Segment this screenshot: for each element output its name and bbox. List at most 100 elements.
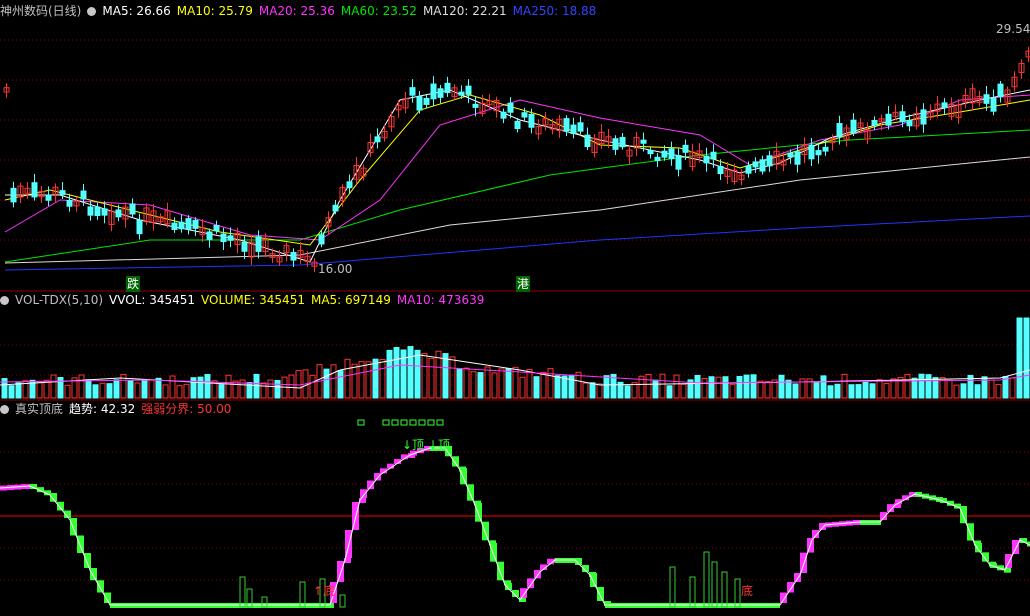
volume-bar <box>288 374 295 399</box>
candle-body <box>710 151 717 160</box>
volume-bar <box>988 379 995 399</box>
volume-bar <box>8 385 15 399</box>
candle-body <box>521 112 528 118</box>
volume-bar <box>267 379 274 399</box>
volume-bar <box>449 356 456 399</box>
volume-bar <box>841 373 848 399</box>
volume-bar <box>183 383 190 399</box>
trend-segment <box>520 588 527 598</box>
volume-bar <box>1009 377 1016 399</box>
trend-segment <box>77 535 84 553</box>
trend-segment <box>467 484 474 501</box>
volume-bar <box>456 368 463 399</box>
trend-segment <box>475 503 482 522</box>
volume-bar <box>372 358 379 399</box>
trend-line <box>0 447 1030 606</box>
volume-bar <box>463 367 470 399</box>
volume-bar <box>743 374 750 399</box>
ma10-line <box>4 94 1030 246</box>
volume-bar <box>491 372 498 399</box>
candle-body <box>612 138 619 150</box>
candle-body <box>59 190 66 196</box>
candle-body <box>129 203 136 215</box>
candle-body <box>528 113 535 128</box>
candle-body <box>374 136 381 143</box>
candle-body <box>507 102 514 113</box>
volume-bar <box>1023 317 1030 399</box>
circle-icon[interactable] <box>87 7 97 16</box>
circle-icon[interactable] <box>0 405 9 414</box>
volume-bar <box>393 347 400 399</box>
volume-bar <box>106 383 113 399</box>
trend-readout: 趋势: 42.32 <box>69 402 136 416</box>
candle-body <box>94 206 101 216</box>
candle-body <box>745 165 752 174</box>
volume-bar <box>876 379 883 399</box>
volume-bar <box>36 382 43 399</box>
trend-segment <box>497 561 504 581</box>
volume-bar <box>414 349 421 399</box>
volume-bar <box>694 374 701 399</box>
candle-body <box>192 219 199 229</box>
trend-segment <box>787 582 794 593</box>
volume-bar <box>792 383 799 399</box>
volume-bar <box>141 379 148 399</box>
circle-icon[interactable] <box>0 296 9 305</box>
volume-bar <box>190 377 197 399</box>
volume-bar <box>547 368 554 399</box>
trend-segment <box>70 518 77 536</box>
volume-bar <box>365 361 372 399</box>
trend-segment <box>819 523 826 530</box>
trend-segment <box>84 553 91 568</box>
volume-bar <box>400 349 407 399</box>
candle-body <box>437 88 444 98</box>
volume-bar <box>85 379 92 399</box>
trend-segment <box>960 506 967 524</box>
volume-bar <box>813 382 820 399</box>
top-signal-box <box>391 419 399 426</box>
chart-canvas <box>0 39 1030 608</box>
volume-panel-header: VOL-TDX(5,10) VVOL: 345451 VOLUME: 345451 M… <box>0 292 490 308</box>
candle-body <box>136 219 143 235</box>
volume-bar <box>680 383 687 399</box>
volume-bar <box>736 375 743 399</box>
candle-body <box>409 87 416 96</box>
candle-body <box>682 144 689 153</box>
candle-body <box>941 102 948 109</box>
volume-bar <box>834 383 841 399</box>
price-panel-header: 神州数码(日线) MA5: 26.66 MA10: 25.79 MA20: 25.36… <box>0 3 602 19</box>
candle-body <box>185 218 192 230</box>
top-marker-1: ↓顶 <box>402 438 425 452</box>
indicator-name: 真实顶底 <box>15 402 64 416</box>
volume-bar <box>561 375 568 399</box>
candle-body <box>290 251 297 261</box>
volume-bar <box>960 383 967 399</box>
volume-bar <box>99 382 106 399</box>
volume-bar <box>379 359 386 399</box>
top-signal-box <box>436 419 444 426</box>
candle-body <box>458 91 465 96</box>
volume-readout: VOLUME: 345451 <box>201 293 305 307</box>
candle-body <box>80 190 87 200</box>
vol-name: VOL-TDX(5,10) <box>15 293 104 307</box>
trend-segment <box>97 580 104 593</box>
signal-bar <box>711 561 718 608</box>
volume-bar <box>148 379 155 399</box>
trend-segment <box>967 523 974 541</box>
volume-bar <box>253 373 260 399</box>
volume-bar <box>785 379 792 399</box>
signal-bar <box>689 576 696 608</box>
volume-bar <box>470 371 477 399</box>
volume-bar <box>50 374 57 399</box>
vol-ma10-readout: MA10: 473639 <box>396 293 485 307</box>
candle-body <box>423 97 430 105</box>
candle-body <box>815 150 822 156</box>
indicator-panel-header: 真实顶底 趋势: 42.32 强弱分界: 50.00 <box>0 401 237 417</box>
candle-body <box>850 119 857 134</box>
volume-bar <box>225 374 232 399</box>
volume-bar <box>498 368 505 399</box>
signal-bar <box>339 594 346 608</box>
volume-bar <box>330 364 337 399</box>
volume-bar <box>176 385 183 399</box>
volume-bar <box>43 379 50 399</box>
